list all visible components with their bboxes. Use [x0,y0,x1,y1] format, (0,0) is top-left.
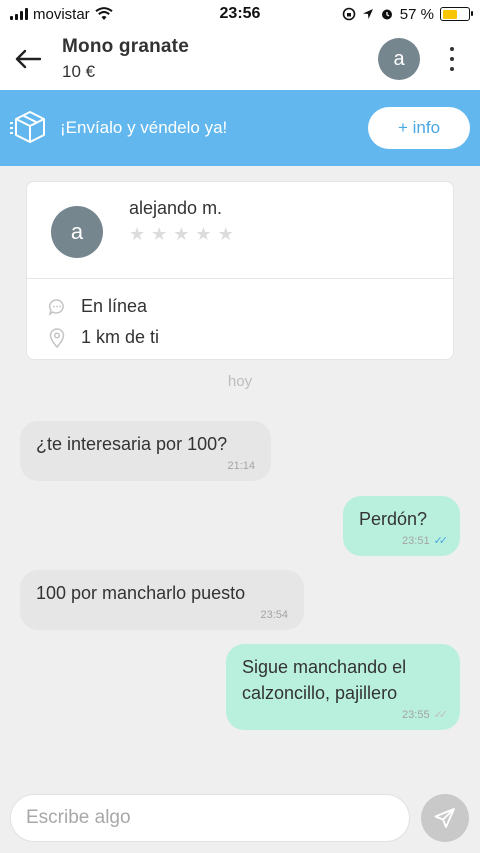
location-icon [362,9,373,19]
chat-bubble-icon [47,297,67,317]
battery-icon [440,7,473,21]
signal-icon [10,8,28,20]
back-button[interactable] [0,28,56,90]
item-title: Mono granate [62,36,189,57]
screen-lock-icon [342,7,356,21]
user-avatar[interactable]: a [51,206,103,258]
message-time: 23:51 [402,535,430,547]
message-text: ¿te interesaria por 100? [36,434,228,454]
send-button[interactable] [421,794,469,842]
message-composer [0,783,480,853]
send-icon [434,808,455,828]
shipping-box-icon [10,107,52,149]
online-status-row: En línea [47,291,453,322]
status-time: 23:56 [219,5,261,22]
shipping-promo-banner: ¡Envíalo y véndelo ya! + info [0,90,480,166]
star-icon: ★ [173,223,190,244]
alarm-icon [381,9,392,20]
message-meta: 23:54 [36,608,288,622]
message-time: 23:54 [260,609,288,621]
more-options-button[interactable] [434,28,470,90]
wifi-icon [95,7,113,20]
message-meta: 23:55 ✓✓ [242,708,449,722]
header-avatar[interactable]: a [378,38,420,80]
double-check-read-icon: ✓✓ [433,535,449,547]
message-meta: 21:14 [36,459,255,473]
user-name: alejando m. [129,197,223,218]
message-text: Perdón? [359,509,428,529]
profile-details: En línea 1 km de ti [27,279,453,353]
info-button[interactable]: + info [368,107,470,149]
status-right: 57 % [290,5,473,23]
rating-stars: ★ ★ ★ ★ ★ [129,225,234,243]
item-price: 10 € [62,62,96,81]
profile-header: a alejando m. ★ ★ ★ ★ ★ [27,182,453,279]
star-icon: ★ [195,223,212,244]
star-icon: ★ [129,223,146,244]
message-time: 21:14 [227,460,255,472]
message-bubble-incoming[interactable]: 100 por mancharlo puesto 23:54 [20,570,304,630]
promo-text: ¡Envíalo y véndelo ya! [60,118,228,137]
carrier-label: movistar [33,5,90,23]
back-arrow-icon [15,49,41,69]
battery-percent: 57 % [399,5,434,23]
user-profile-card[interactable]: a alejando m. ★★★★★ En línea 1 km de [26,181,454,360]
profile-info: alejando m. ★ ★ ★ ★ ★ [129,198,234,243]
star-icon: ★ [151,223,168,244]
message-bubble-outgoing[interactable]: Perdón? 23:51 ✓✓ [343,496,460,556]
status-bar: movistar 23:56 57 % [0,0,480,28]
message-input[interactable] [10,794,410,842]
day-separator: hoy [227,373,253,390]
online-status: En línea [81,296,148,316]
item-summary[interactable]: Mono granate 10 € [56,36,378,82]
message-text: 100 por mancharlo puesto [36,583,246,603]
message-bubble-outgoing[interactable]: Sigue manchando el calzoncillo, pajiller… [226,644,460,730]
battery-level [442,9,457,19]
message-bubble-incoming[interactable]: ¿te interesaria por 100? 21:14 [20,421,271,481]
location-pin-icon [47,327,67,348]
star-icon: ★ [217,223,234,244]
distance-row: 1 km de ti [47,322,453,353]
more-vertical-icon [450,47,454,51]
chat-header: Mono granate 10 € a [0,28,480,90]
status-left: movistar [10,6,190,23]
distance-text: 1 km de ti [81,327,160,347]
double-check-delivered-icon: ✓✓ [433,709,449,721]
message-time: 23:55 [402,709,430,721]
message-meta: 23:51 ✓✓ [359,534,449,548]
message-text: Sigue manchando el calzoncillo, pajiller… [242,657,407,703]
